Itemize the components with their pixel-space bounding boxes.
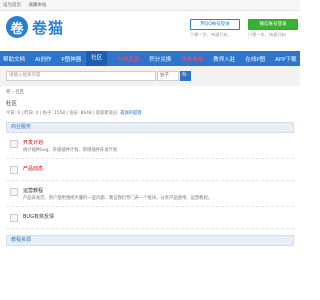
forum-description: 产品开发完、用户使用围绕大量的一些问题、我这我们专门开一个板块，分享产品使用、运…: [23, 196, 213, 201]
nav-paid-resources[interactable]: 付费资源: [117, 55, 139, 63]
forum-name[interactable]: 开发计划: [23, 139, 43, 146]
qq-login-box: 用QQ帐号登录 只需一步，快速开始: [190, 19, 240, 38]
newest-member-link[interactable]: 孤独的狐狸: [120, 111, 141, 116]
forum-icon: [10, 166, 18, 174]
nav-app-download[interactable]: APP下载: [275, 55, 296, 63]
breadcrumb: 卷 › 社区: [6, 90, 25, 95]
forum-description: 统计插件bug、升级插件计划、新增插件开发计划: [23, 148, 118, 153]
section-header-tutorials[interactable]: 教程资源: [6, 235, 294, 246]
site-header: 卷 卷猫 用QQ帐号登录 只需一步，快速开始 微信账号登录 只需一步，快速开始: [0, 11, 300, 51]
nav-help[interactable]: 帮助文档: [3, 55, 25, 63]
forum-name[interactable]: 产品动态: [23, 165, 43, 172]
forum-icon: [10, 140, 18, 148]
nav-points[interactable]: 积分兑换: [149, 55, 171, 63]
forum-icon: [10, 214, 18, 222]
qq-login-hint: 只需一步，快速开始: [190, 32, 228, 37]
forum-item[interactable]: 产品动态: [6, 159, 294, 181]
nav-teachers[interactable]: 教师入驻: [213, 55, 235, 63]
forum-name[interactable]: BUG有奖反馈: [23, 213, 54, 220]
stat-today: 今日: 0: [6, 111, 21, 116]
search-bar: 请输入搜索内容 帖子 🔍: [0, 66, 300, 86]
page-title: 社区: [6, 101, 18, 107]
cat-logo-icon: 卷: [6, 16, 28, 38]
nav-p-tool[interactable]: P图神器: [61, 55, 81, 63]
forum-item[interactable]: BUG有奖反馈: [6, 207, 294, 229]
set-homepage-link[interactable]: 设为首页: [3, 3, 21, 8]
stat-posts: 帖子: 1558: [42, 111, 66, 116]
stat-newest-label: 欢迎新会员:: [95, 111, 119, 116]
wechat-login-hint: 只需一步，快速开始: [248, 32, 286, 37]
search-type-select[interactable]: 帖子: [157, 71, 179, 81]
forum-stats: 今日: 0 | 昨日: 0 | 帖子: 1558 | 会员: 8648 | 欢迎…: [6, 111, 142, 116]
stat-yesterday: 昨日: 0: [24, 111, 39, 116]
forum-item[interactable]: 运营教程 产品开发完、用户使用围绕大量的一些问题、我这我们专门开一个板块，分享产…: [6, 181, 294, 207]
forum-name[interactable]: 运营教程: [23, 187, 43, 194]
wechat-login-button[interactable]: 微信账号登录: [248, 19, 298, 30]
forum-icon: [10, 188, 18, 196]
site-logo[interactable]: 卷 卷猫: [6, 16, 64, 38]
site-name: 卷猫: [32, 18, 65, 37]
nav-store[interactable]: 卷猫商城: [181, 55, 203, 63]
search-button[interactable]: 🔍: [180, 71, 191, 81]
stat-members: 会员: 8648: [69, 111, 92, 116]
bookmark-link[interactable]: 收藏本站: [28, 3, 46, 8]
nav-online-ptu[interactable]: 在线P图: [245, 55, 265, 63]
main-navigation: 帮助文档 AI创作 P图神器 社区 付费资源 积分兑换 卷猫商城 教师入驻 在线…: [0, 51, 300, 66]
section-header-business[interactable]: 商业服务: [6, 122, 294, 133]
nav-ai-create[interactable]: AI创作: [35, 55, 51, 63]
search-input[interactable]: 请输入搜索内容: [6, 71, 156, 81]
qq-login-button[interactable]: 用QQ帐号登录: [190, 19, 240, 30]
nav-community[interactable]: 社区: [86, 51, 108, 66]
top-utility-bar: 设为首页 收藏本站: [0, 0, 300, 11]
forum-item[interactable]: 开发计划 统计插件bug、升级插件计划、新增插件开发计划: [6, 133, 294, 159]
wechat-login-box: 微信账号登录 只需一步，快速开始: [248, 19, 298, 38]
